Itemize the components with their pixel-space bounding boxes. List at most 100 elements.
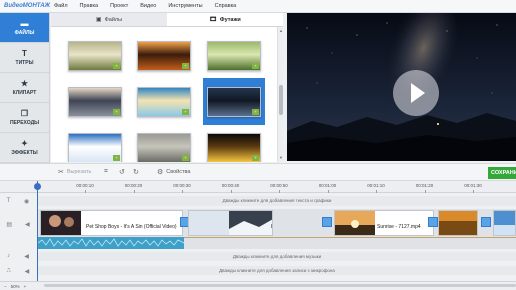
tab-files[interactable]: ▣ Файлы [51,13,167,26]
rotate-left-icon[interactable]: ↺ [119,168,125,176]
ruler-tick [85,190,86,193]
speaker-icon[interactable]: ◀ [24,253,29,260]
media-thumbnail-candle-flame[interactable]: + [207,133,261,162]
crop-icon[interactable]: ⌗ [104,168,108,176]
ruler-tick-label: 00:01:20 [415,183,434,188]
video-track[interactable]: Pet Shop Boys - It's A Sin (Official Vid… [38,209,516,237]
audio-empty-area[interactable] [184,237,516,249]
video-clip[interactable]: beautiful-snowy-landsc [188,210,273,236]
scissors-icon: ✂ [58,169,64,176]
gear-icon: ⚙ [157,169,164,176]
sidebar-item-label: ФАЙЛЫ [14,30,35,36]
timeline-ruler[interactable]: 00:00:10 00:00:20 00:00:30 00:00:40 00:00:50… [0,181,516,193]
sidebar-item-label: ПЕРЕХОДЫ [9,120,40,126]
microphone-icon: ⎍ [6,267,11,274]
media-thumbnail-desert-camels[interactable]: + [137,41,191,71]
cut-label: Вырезать [66,169,92,175]
added-badge-icon: + [182,63,189,69]
media-grid: + + + + + + + + + [51,27,277,162]
zoom-value: 50% [10,283,20,289]
video-preview[interactable] [287,13,516,161]
tab-label: Футажи [219,16,241,23]
ruler-tick-label: 00:01:30 [464,183,482,188]
ruler-tick [473,190,474,193]
clip-thumbnail [335,211,375,235]
transition-icon[interactable] [481,217,491,227]
ruler-tick-label: 00:00:40 [221,183,240,188]
menu-bar: ВидеоМОНТАЖ Файл Правка Проект Видео Инс… [0,0,516,13]
media-thumbnail-sea-sunrise[interactable]: + [68,87,122,117]
scroll-down-icon[interactable]: ▼ [278,155,284,161]
menu-file[interactable]: Файл [48,0,74,13]
video-clip[interactable] [438,210,478,236]
video-clip[interactable] [493,210,516,236]
tab-footage[interactable]: 🎞 Футажи [167,13,283,26]
playhead-handle[interactable] [34,183,41,190]
video-track-controls: ▤ ◀ [0,218,36,230]
ruler-tick [424,190,426,193]
media-scrollbar[interactable]: ▲ ▼ [277,27,283,162]
clip-thumbnail [439,211,477,235]
clip-thumbnail [189,211,272,235]
ruler-tick-label: 00:00:20 [124,183,143,188]
app-logo: ВидеоМОНТАЖ [4,3,51,9]
sidebar-item-effects[interactable]: ✦ ЭФФЕКТЫ [0,133,49,163]
cut-button[interactable]: ✂ Вырезать [58,168,91,176]
music-note-icon: ♪ [7,253,11,259]
media-thumbnail-green-leaves[interactable]: + [207,41,261,71]
waveform [38,237,184,249]
tab-label: Файлы [104,16,123,23]
sidebar-item-files[interactable]: ▬ ФАЙЛЫ [0,13,49,43]
film-icon: ▤ [6,221,13,228]
added-badge-icon: + [182,109,189,115]
text-track-hint[interactable]: Дважды кликните для добавления текста и … [38,196,516,206]
rotate-right-icon[interactable]: ↻ [133,168,139,176]
transition-icon[interactable] [428,217,438,227]
menu-help[interactable]: Справка [209,0,243,13]
play-button[interactable] [393,70,439,116]
media-thumbnail-grey-stones[interactable]: + [137,133,191,162]
save-button[interactable]: СОХРАНИ [488,167,516,179]
video-clip[interactable]: Pet Shop Boys - It's A Sin (Official Vid… [40,210,183,236]
scroll-thumb[interactable] [279,85,283,115]
ruler-tick [133,190,135,193]
star-icon: ★ [20,79,29,88]
media-thumbnail-blue-sky-clouds[interactable]: + [68,133,122,162]
zoom-out-icon[interactable]: − [4,284,7,289]
sidebar-item-clipart[interactable]: ★ КЛИПАРТ [0,73,49,103]
media-thumbnail-tropical-beach[interactable]: + [137,87,191,117]
eye-icon[interactable]: ◉ [24,198,29,205]
speaker-icon[interactable]: ◀ [25,268,30,275]
clip-audio-waveform[interactable] [38,237,184,249]
sidebar-item-transitions[interactable]: ❐ ПЕРЕХОДЫ [0,103,49,133]
ruler-tick-label: 00:00:50 [270,183,288,188]
sidebar-item-titles[interactable]: T ТИТРЫ [0,43,49,73]
added-badge-icon: + [113,155,120,161]
menu-tools[interactable]: Инструменты [162,0,208,13]
properties-button[interactable]: ⚙ Свойства [157,168,190,176]
video-clip[interactable]: Sunrise - 7127.mp4 [334,210,434,236]
editor-toolbar: ✂ Вырезать ⌗ ↺ ↻ ⚙ Свойства СОХРАНИ [0,163,516,181]
media-thumbnail-night-sky-mountains[interactable]: + [207,87,261,117]
media-thumbnail-meadow-grass[interactable]: + [68,41,122,71]
clip-thumbnail [494,211,515,235]
transition-icon[interactable] [322,217,332,227]
music-track-hint[interactable]: Дважды кликните для добавления музыки [38,252,516,261]
ruler-tick [279,190,280,193]
image-icon: ▣ [95,17,102,23]
speaker-icon[interactable]: ◀ [25,221,30,228]
ruler-tick-label: 00:00:10 [76,183,94,188]
folder-icon: ▬ [20,19,29,28]
menu-project[interactable]: Проект [104,0,134,13]
zoom-in-icon[interactable]: + [24,284,27,289]
text-track-controls: T ◉ [0,194,36,208]
clip-label: Sunrise - 7127.mp4 [377,224,421,230]
ruler-tick-label: 00:00:30 [173,183,191,188]
menu-video[interactable]: Видео [134,0,162,13]
sidebar-item-label: КЛИПАРТ [12,90,37,96]
scroll-up-icon[interactable]: ▲ [278,28,284,34]
zoom-scroll-track[interactable] [44,284,516,287]
menu-edit[interactable]: Правка [74,0,105,13]
voice-track-hint[interactable]: Дважды кликните для добавления записи с … [38,266,516,275]
media-tabs: ▣ Файлы 🎞 Футажи [51,13,283,27]
